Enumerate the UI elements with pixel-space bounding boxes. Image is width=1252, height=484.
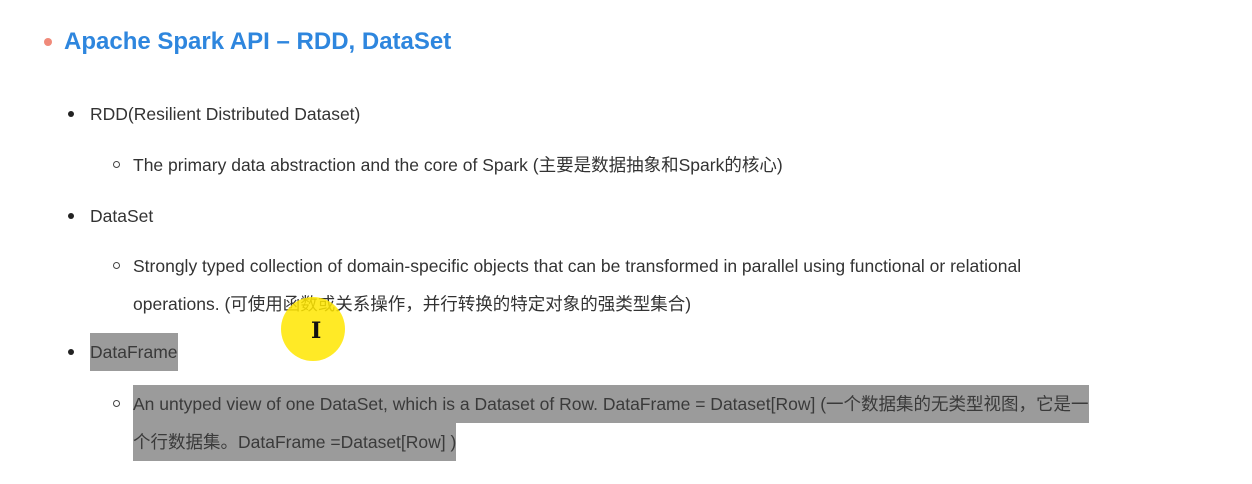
selected-sub-item-text-line2[interactable]: 个行数据集。DataFrame =Dataset[Row] ) (133, 423, 457, 461)
text-cursor-icon: I (311, 318, 322, 344)
circle-bullet-icon (113, 400, 120, 407)
heading-bullet-icon (44, 38, 52, 46)
disc-bullet-icon (68, 213, 74, 219)
slide-page: Apache Spark API – RDD, DataSet RDD(Resi… (0, 0, 1252, 484)
list-item-label: RDD(Resilient Distributed Dataset) (90, 104, 361, 124)
circle-bullet-icon (113, 262, 120, 269)
disc-bullet-icon (68, 349, 74, 355)
circle-bullet-icon (113, 161, 120, 168)
slide-heading: Apache Spark API – RDD, DataSet (44, 28, 451, 56)
sub-item-text-line1: Strongly typed collection of domain-spec… (133, 256, 1022, 276)
list-item-label: DataSet (90, 206, 154, 226)
sub-item-text-line2: operations. (可使用函数或关系操作，并行转换的特定对象的强类型集合) (133, 294, 692, 314)
sub-item-text: The primary data abstraction and the cor… (133, 155, 783, 175)
selected-list-item-label[interactable]: DataFrame (90, 333, 178, 371)
disc-bullet-icon (68, 111, 74, 117)
selected-sub-item-text-line1[interactable]: An untyped view of one DataSet, which is… (133, 385, 1089, 423)
heading-title: Apache Spark API – RDD, DataSet (64, 28, 452, 55)
